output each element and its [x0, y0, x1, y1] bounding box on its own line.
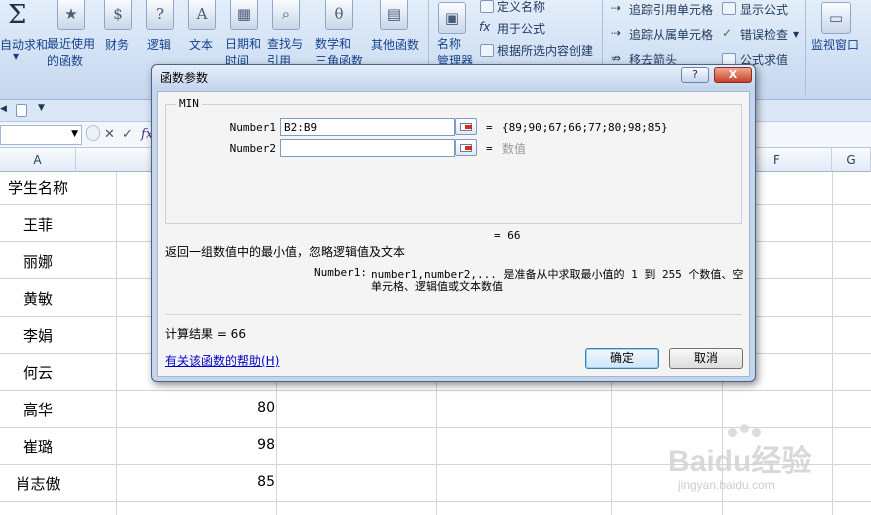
ok-button[interactable]: 确定 — [585, 348, 659, 369]
error-check-button[interactable]: 错误检查 — [740, 26, 788, 43]
grid-line — [0, 390, 871, 391]
datetime-icon[interactable]: ▦ — [230, 0, 258, 30]
autosum-dropdown-icon[interactable]: ▼ — [13, 52, 19, 61]
function-arguments-dialog: 函数参数 ? X MIN Number1 = {89;90;67;66;77;8… — [151, 64, 756, 382]
argument-help-text-2: 单元格、逻辑值或文本数值 — [371, 280, 503, 293]
create-from-selection-icon — [480, 44, 494, 57]
cell-name[interactable]: 黄敏 — [0, 288, 76, 309]
dialog-close-button[interactable]: X — [714, 67, 752, 83]
define-name-icon — [480, 0, 494, 13]
number1-input[interactable] — [280, 118, 455, 136]
logic-icon[interactable]: ? — [146, 0, 174, 30]
formula-bar-handle-icon[interactable] — [86, 125, 100, 141]
cell-name[interactable]: 王菲 — [0, 214, 76, 235]
create-from-selection-button[interactable]: 根据所选内容创建 — [497, 42, 593, 59]
other-functions-icon[interactable]: ▤ — [380, 0, 408, 30]
watch-window-button[interactable]: 监视窗口 — [811, 36, 859, 53]
arguments-group: MIN Number1 = {89;90;67;66;77;80;98;85} … — [165, 97, 742, 224]
name-box-dropdown-icon[interactable]: ▼ — [71, 129, 78, 139]
autosum-sigma-icon[interactable]: Σ — [8, 0, 26, 30]
define-name-button[interactable]: 定义名称 — [497, 0, 545, 15]
number1-result: {89;90;67;66;77;80;98;85} — [502, 121, 668, 134]
function-description: 返回一组数值中的最小值，忽略逻辑值及文本 — [165, 245, 406, 259]
dialog-title: 函数参数 — [160, 71, 209, 85]
argument-help-label: Number1: — [314, 266, 367, 279]
qat-customize-icon[interactable]: ▼ — [38, 103, 45, 113]
error-check-icon: ✓ — [722, 26, 733, 40]
name-manager-icon[interactable]: ▣ — [438, 2, 466, 34]
number2-equals: = — [486, 142, 493, 155]
cell-name[interactable]: 丽娜 — [0, 251, 76, 272]
finance-icon[interactable]: $ — [104, 0, 132, 30]
use-in-formula-button[interactable]: 用于公式 — [497, 20, 545, 37]
number1-equals: = — [486, 121, 493, 134]
math-trig-icon[interactable]: θ — [325, 0, 353, 30]
column-header-a[interactable]: A — [0, 148, 76, 172]
formula-result: = 66 — [494, 229, 521, 242]
confirm-entry-icon[interactable]: ✓ — [122, 127, 133, 142]
number2-input[interactable] — [280, 139, 455, 157]
number2-result: 数值 — [502, 142, 527, 156]
trace-dependents-button[interactable]: 追踪从属单元格 — [629, 26, 713, 43]
watermark-text: Baidu经验 — [668, 445, 812, 478]
show-formulas-button[interactable]: 显示公式 — [740, 1, 788, 18]
cell-score[interactable]: 85 — [117, 474, 275, 490]
qat-arrow-icon[interactable]: ◀ — [0, 104, 7, 114]
number2-label: Number2 — [229, 142, 276, 155]
ribbon-separator — [805, 0, 806, 96]
watch-window-icon[interactable]: ▭ — [821, 2, 851, 34]
function-help-link[interactable]: 有关该函数的帮助(H) — [165, 352, 279, 369]
other-functions-button[interactable]: 其他函数 — [371, 36, 419, 53]
cell-name[interactable]: 高华 — [0, 399, 76, 420]
use-in-formula-fx-icon: fx — [479, 20, 491, 34]
cell-score[interactable]: 98 — [117, 437, 275, 453]
function-name-label: MIN — [176, 97, 202, 110]
trace-precedents-button[interactable]: 追踪引用单元格 — [629, 1, 713, 18]
trace-precedents-icon: ⇢ — [611, 1, 622, 15]
cell-score[interactable]: 80 — [117, 400, 275, 416]
dialog-divider — [165, 314, 742, 315]
number1-collapse-button[interactable] — [455, 118, 477, 135]
text-function-icon[interactable]: A — [188, 0, 216, 30]
dialog-titlebar[interactable]: 函数参数 ? X — [152, 65, 755, 87]
remove-arrows-icon: ⇏ — [611, 51, 622, 65]
number1-label: Number1 — [229, 121, 276, 134]
number2-collapse-button[interactable] — [455, 139, 477, 156]
cell-name[interactable]: 崔璐 — [0, 436, 76, 457]
cell-name[interactable]: 何云 — [0, 362, 76, 383]
trace-dependents-icon: ⇢ — [611, 26, 622, 40]
dialog-help-button[interactable]: ? — [681, 67, 709, 83]
cell-name[interactable]: 李娟 — [0, 325, 76, 346]
cancel-entry-icon[interactable]: ✕ — [104, 127, 115, 142]
column-header-g[interactable]: G — [832, 148, 871, 172]
watermark-url: jingyan.baidu.com — [678, 478, 775, 492]
new-document-icon[interactable] — [16, 104, 27, 117]
dialog-body: MIN Number1 = {89;90;67;66;77;80;98;85} … — [157, 91, 750, 377]
collapse-dialog-arrow-icon — [465, 125, 472, 129]
error-check-dropdown-icon[interactable]: ▼ — [793, 30, 799, 39]
text-function-button[interactable]: 文本 — [189, 36, 213, 53]
autosum-button[interactable]: 自动求和 — [0, 36, 48, 53]
cell-name[interactable]: 肖志傲 — [0, 473, 76, 494]
cancel-button[interactable]: 取消 — [669, 348, 743, 369]
calculation-result: 计算结果 = 66 — [165, 327, 246, 341]
cell-a1-header[interactable]: 学生名称 — [0, 177, 76, 198]
recent-functions-button[interactable]: 最近使用 的函数 — [47, 36, 95, 70]
name-box[interactable]: ▼ — [0, 125, 82, 145]
finance-button[interactable]: 财务 — [105, 36, 129, 53]
show-formulas-icon — [722, 2, 736, 15]
collapse-dialog-arrow-icon — [465, 146, 472, 150]
baidu-watermark: Baidu经验 jingyan.baidu.com — [668, 424, 868, 512]
lookup-icon[interactable]: ⌕ — [272, 0, 300, 30]
recent-functions-icon[interactable]: ★ — [57, 0, 85, 30]
paw-logo-icon — [740, 424, 749, 433]
logic-button[interactable]: 逻辑 — [147, 36, 171, 53]
